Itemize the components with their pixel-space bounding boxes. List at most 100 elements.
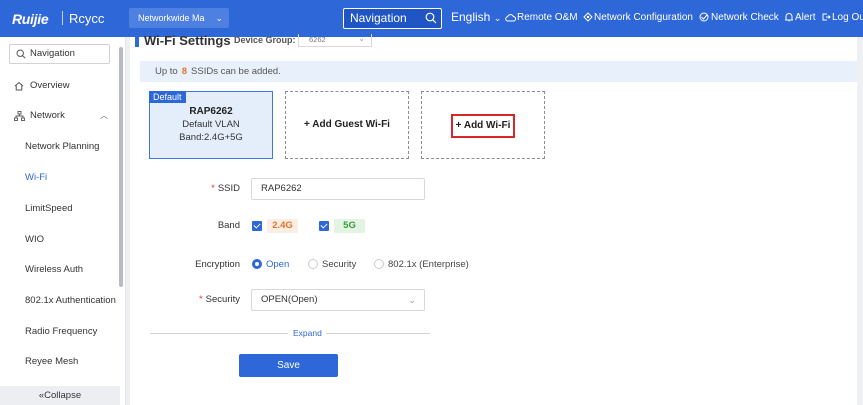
security-label: * Security <box>130 294 240 305</box>
expand-divider-left <box>150 333 288 334</box>
chevron-down-icon: ⌄ <box>358 34 365 43</box>
encryption-enterprise-label: 802.1x (Enterprise) <box>388 259 469 270</box>
network-check-icon <box>699 12 709 22</box>
encryption-security-radio[interactable] <box>308 259 318 269</box>
ssid-label-text: SSID <box>217 183 240 194</box>
remote-om-label: Remote O&M <box>517 12 578 23</box>
language-label: English <box>451 10 491 24</box>
save-button[interactable]: Save <box>239 354 338 377</box>
language-selector[interactable]: English ⌄ <box>451 10 501 24</box>
security-select[interactable]: OPEN(Open) ⌄ <box>251 289 425 311</box>
sidebar-item-wireless-auth[interactable]: Wireless Auth <box>0 259 118 281</box>
chevron-down-icon: ⌄ <box>215 13 223 23</box>
notice-prefix: Up to <box>155 66 178 77</box>
network-check-link[interactable]: Network Check <box>699 12 779 23</box>
sidebar-item-radio-frequency[interactable]: Radio Frequency <box>0 321 118 343</box>
brand-logo[interactable]: Ruijie <box>12 11 49 27</box>
notice-count: 8 <box>181 66 188 77</box>
ssid-label: * SSID <box>130 183 240 194</box>
add-wifi-card[interactable]: + Add Wi-Fi <box>421 91 545 159</box>
sidebar-search-input[interactable]: Navigation <box>9 44 110 64</box>
logout-label: Log Ou <box>832 12 863 23</box>
network-configuration-link[interactable]: Network Configuration <box>583 12 693 23</box>
ssid-limit-notice: Up to 8 SSIDs can be added. <box>140 61 860 82</box>
add-wifi-button[interactable]: + Add Wi-Fi <box>450 114 516 138</box>
logout-link[interactable]: Log Ou <box>821 12 863 23</box>
sidebar-item-label: Network <box>30 110 65 121</box>
security-label-text: Security <box>205 294 240 305</box>
sidebar-item-reyee-mesh[interactable]: Reyee Mesh <box>0 351 118 373</box>
sidebar-item-wio[interactable]: WIO <box>0 229 118 251</box>
navigation-search-text: Navigation <box>350 11 407 25</box>
remote-om-link[interactable]: Remote O&M <box>505 12 578 23</box>
network-config-icon <box>583 12 593 22</box>
sidebar-item-wifi[interactable]: Wi-Fi <box>0 167 118 189</box>
device-group-value: 6262 <box>309 35 326 44</box>
band-5-tag: 5G <box>334 219 365 233</box>
ssid-card-band: Band:2.4G+5G <box>179 132 243 143</box>
wifi-settings-panel: Wi-Fi Settings Device Group: 6262 ⌄ Up t… <box>130 33 862 405</box>
expand-link[interactable]: Expand <box>293 328 322 338</box>
ssid-input[interactable]: RAP6262 <box>251 178 425 200</box>
search-icon <box>16 49 26 59</box>
encryption-open-label: Open <box>266 259 290 270</box>
chevron-down-icon: ⌄ <box>493 13 502 23</box>
band-5-checkbox[interactable] <box>319 221 329 231</box>
alert-link[interactable]: Alert <box>784 12 816 23</box>
ssid-card-name: RAP6262 <box>189 106 233 117</box>
band-label: Band <box>217 220 240 231</box>
encryption-open-radio[interactable] <box>252 259 262 269</box>
sidebar-item-label: Overview <box>30 80 70 91</box>
network-check-label: Network Check <box>711 12 779 23</box>
main-content: Wi-Fi Settings Device Group: 6262 ⌄ Up t… <box>126 33 863 405</box>
band-24-tag: 2.4G <box>267 219 298 233</box>
logout-icon <box>822 13 831 21</box>
default-badge: Default <box>149 91 186 103</box>
right-gutter <box>857 37 863 405</box>
sidebar-item-network-planning[interactable]: Network Planning <box>0 136 118 158</box>
chevron-down-icon: ⌄ <box>408 295 416 305</box>
required-marker: * <box>211 183 215 194</box>
sidebar: Navigation Overview Network ︿ Network Pl… <box>0 37 126 405</box>
security-select-value: OPEN(Open) <box>261 294 318 305</box>
sidebar-item-label: LimitSpeed <box>25 203 73 214</box>
collapse-label: Collapse <box>44 390 82 401</box>
home-icon <box>14 81 24 91</box>
add-guest-wifi-card[interactable]: + Add Guest Wi-Fi <box>285 91 409 159</box>
sidebar-item-label: WIO <box>25 234 44 245</box>
sidebar-item-label: Network Planning <box>25 141 100 152</box>
navigation-search-input[interactable]: Navigation <box>343 8 442 29</box>
sidebar-item-label: Radio Frequency <box>25 326 98 337</box>
cloud-icon <box>505 14 517 22</box>
title-accent-bar <box>135 37 139 47</box>
network-selector[interactable]: Networkwide Ma ⌄ <box>129 8 229 28</box>
notice-suffix: SSIDs can be added. <box>191 66 281 77</box>
network-configuration-label: Network Configuration <box>594 12 693 23</box>
ssid-input-value: RAP6262 <box>261 183 302 194</box>
add-guest-wifi-label: + Add Guest Wi-Fi <box>304 119 390 130</box>
alert-label: Alert <box>795 12 816 23</box>
sidebar-item-label: 802.1x Authentication <box>25 295 116 306</box>
device-group-select[interactable]: 6262 ⌄ <box>298 34 372 47</box>
ssid-card-default[interactable]: Default RAP6262 Default VLAN Band:2.4G+5… <box>149 91 273 159</box>
sidebar-item-overview[interactable]: Overview <box>0 75 118 97</box>
page-title: Wi-Fi Settings <box>144 33 231 48</box>
sidebar-item-8021x-authentication[interactable]: 802.1x Authentication <box>0 290 118 312</box>
ssid-card-vlan: Default VLAN <box>182 119 240 130</box>
encryption-security-label: Security <box>322 259 357 270</box>
sidebar-item-label: Wi-Fi <box>25 172 48 183</box>
band-24-checkbox[interactable] <box>252 221 262 231</box>
sidebar-item-network[interactable]: Network ︿ <box>0 105 118 127</box>
expand-divider-right <box>326 333 430 334</box>
encryption-label: Encryption <box>195 259 240 270</box>
top-bar: Ruijie Rcycc Networkwide Ma ⌄ Navigation… <box>0 0 863 37</box>
collapse-sidebar-button[interactable]: «Collapse <box>0 386 120 405</box>
sidebar-scrollbar[interactable] <box>119 47 123 287</box>
product-name: Rcycc <box>69 11 105 26</box>
logo-divider <box>62 11 63 25</box>
device-group-label: Device Group: <box>234 35 296 45</box>
encryption-enterprise-radio[interactable] <box>374 259 384 269</box>
network-selector-value: Networkwide Ma <box>138 13 205 23</box>
sidebar-item-limitspeed[interactable]: LimitSpeed <box>0 198 118 220</box>
sidebar-item-label: Wireless Auth <box>25 264 84 275</box>
